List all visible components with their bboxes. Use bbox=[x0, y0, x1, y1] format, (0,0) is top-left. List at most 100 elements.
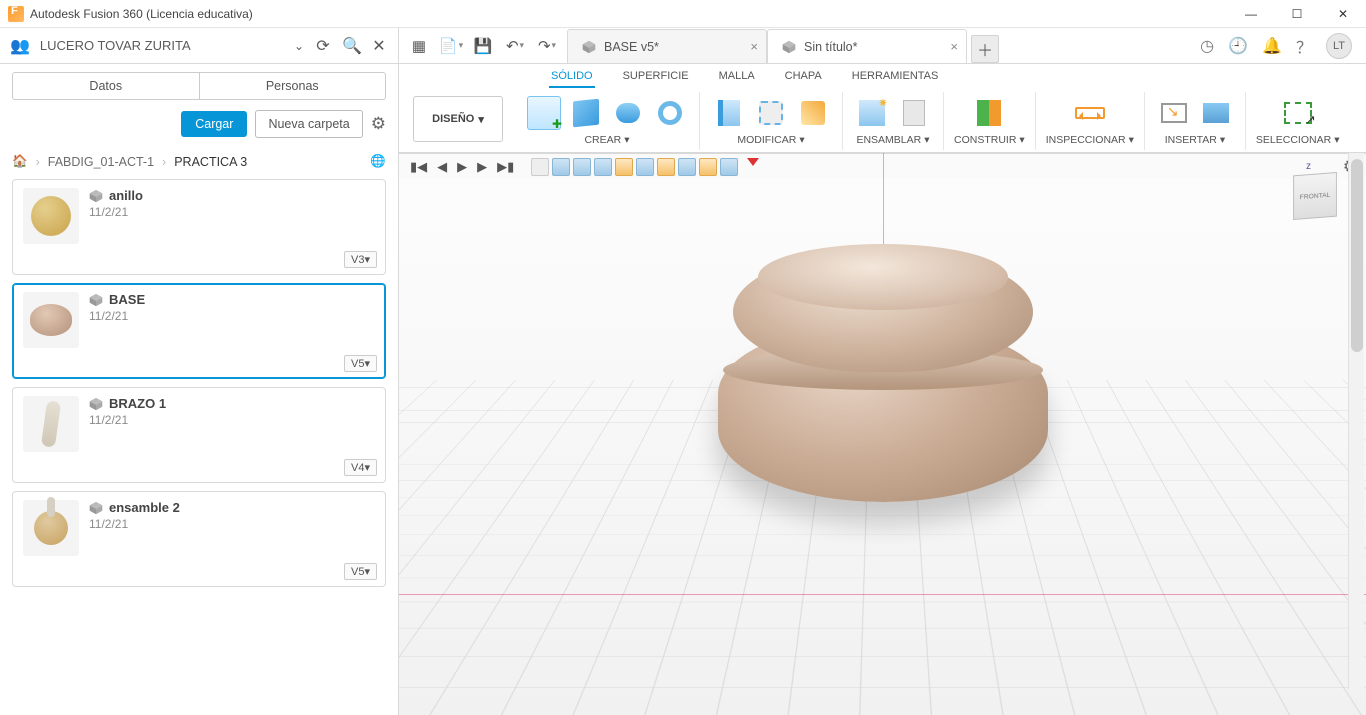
timeline-end-button[interactable]: ▶▮ bbox=[494, 159, 517, 175]
redo-button[interactable]: ↷▾ bbox=[533, 32, 561, 60]
panel-tab-people[interactable]: Personas bbox=[200, 72, 387, 100]
help-icon[interactable]: ？ bbox=[1296, 34, 1312, 58]
team-icon[interactable]: 👥 bbox=[10, 36, 30, 56]
document-tabs: BASE v5* × Sin título* × ＋ bbox=[567, 28, 1186, 63]
design-item-ensamble[interactable]: ensamble 2 11/2/21 V5▾ bbox=[12, 491, 386, 587]
window-maximize-button[interactable]: ☐ bbox=[1274, 0, 1320, 28]
gear-icon[interactable]: ⚙ bbox=[371, 114, 386, 134]
home-icon[interactable]: 🏠 bbox=[12, 154, 28, 169]
timeline-playhead[interactable] bbox=[747, 158, 759, 166]
version-dropdown[interactable]: V3▾ bbox=[344, 251, 377, 268]
window-close-button[interactable]: ✕ bbox=[1320, 0, 1366, 28]
viewcube[interactable]: z FRONTAL x bbox=[1284, 165, 1346, 227]
ribbon-tab-surface[interactable]: SUPERFICIE bbox=[621, 70, 691, 88]
close-icon[interactable]: × bbox=[950, 39, 958, 54]
assemble-new-component-button[interactable] bbox=[855, 96, 889, 130]
modify-presspull-button[interactable] bbox=[712, 96, 746, 130]
document-tab-base[interactable]: BASE v5* × bbox=[567, 29, 767, 63]
window-minimize-button[interactable]: — bbox=[1228, 0, 1274, 28]
ribbon-tab-sheet[interactable]: CHAPA bbox=[783, 70, 824, 88]
ribbon-group-select: SELECCIONAR▾ bbox=[1246, 92, 1350, 150]
version-dropdown[interactable]: V5▾ bbox=[344, 355, 377, 372]
design-item-brazo[interactable]: BRAZO 1 11/2/21 V4▾ bbox=[12, 387, 386, 483]
timeline-start-button[interactable]: ▮◀ bbox=[407, 159, 430, 175]
timeline-feature[interactable] bbox=[573, 158, 591, 176]
cube-icon bbox=[89, 397, 103, 411]
inspect-measure-button[interactable] bbox=[1073, 96, 1107, 130]
timeline-prev-button[interactable]: ◀ bbox=[434, 159, 450, 175]
timeline-feature[interactable] bbox=[699, 158, 717, 176]
design-item-base[interactable]: BASE 11/2/21 V5▾ bbox=[12, 283, 386, 379]
panel-tab-data[interactable]: Datos bbox=[12, 72, 200, 100]
timeline-play-button[interactable]: ▶ bbox=[454, 159, 470, 175]
timeline-feature[interactable] bbox=[531, 158, 549, 176]
modify-fillet-button[interactable] bbox=[754, 96, 788, 130]
breadcrumb-project[interactable]: FABDIG_01-ACT-1 bbox=[48, 155, 154, 169]
design-item-anillo[interactable]: anillo 11/2/21 V3▾ bbox=[12, 179, 386, 275]
undo-button[interactable]: ↶▾ bbox=[501, 32, 529, 60]
chevron-down-icon[interactable]: ⌄ bbox=[294, 39, 304, 53]
save-button[interactable]: 💾 bbox=[469, 32, 497, 60]
ribbon-tab-mesh[interactable]: MALLA bbox=[717, 70, 757, 88]
app-icon bbox=[8, 6, 24, 22]
insert-derive-button[interactable] bbox=[1157, 96, 1191, 130]
timeline-feature[interactable] bbox=[678, 158, 696, 176]
viewcube-face[interactable]: FRONTAL bbox=[1293, 172, 1337, 220]
timeline-feature[interactable] bbox=[615, 158, 633, 176]
timeline-feature[interactable] bbox=[720, 158, 738, 176]
team-name[interactable]: LUCERO TOVAR ZURITA bbox=[40, 38, 280, 53]
chevron-down-icon[interactable]: ▾ bbox=[1220, 134, 1225, 146]
construct-plane-button[interactable] bbox=[972, 96, 1006, 130]
upload-button[interactable]: Cargar bbox=[181, 111, 247, 137]
scrollbar-thumb[interactable] bbox=[1351, 159, 1363, 352]
new-folder-button[interactable]: Nueva carpeta bbox=[255, 110, 362, 138]
panel-close-icon[interactable]: ✕ bbox=[370, 36, 388, 56]
timeline-feature[interactable] bbox=[636, 158, 654, 176]
create-box-button[interactable] bbox=[569, 96, 603, 130]
assemble-joint-button[interactable] bbox=[897, 96, 931, 130]
design-item-date: 11/2/21 bbox=[89, 309, 145, 323]
design-item-name: BRAZO 1 bbox=[109, 396, 166, 411]
document-tab-untitled[interactable]: Sin título* × bbox=[767, 29, 967, 63]
timeline-feature[interactable] bbox=[552, 158, 570, 176]
data-panel-toggle-button[interactable]: ▦ bbox=[405, 32, 433, 60]
chevron-down-icon[interactable]: ▾ bbox=[799, 134, 804, 146]
web-icon[interactable]: 🌐 bbox=[370, 154, 386, 169]
select-button[interactable] bbox=[1281, 96, 1315, 130]
chevron-down-icon[interactable]: ▾ bbox=[624, 134, 629, 146]
timeline-feature[interactable] bbox=[594, 158, 612, 176]
new-tab-button[interactable]: ＋ bbox=[971, 35, 999, 63]
extensions-icon[interactable]: ◷ bbox=[1200, 36, 1214, 56]
chevron-down-icon[interactable]: ▾ bbox=[1019, 134, 1024, 146]
top-right-icons: ◷ 🕘 🔔 ？ LT bbox=[1186, 28, 1366, 63]
chevron-down-icon[interactable]: ▾ bbox=[1129, 134, 1134, 146]
quick-access-toolbar: ▦ 📄▾ 💾 ↶▾ ↷▾ bbox=[399, 28, 567, 63]
chevron-down-icon[interactable]: ▾ bbox=[924, 134, 929, 146]
modify-shell-button[interactable] bbox=[796, 96, 830, 130]
file-menu-button[interactable]: 📄▾ bbox=[437, 32, 465, 60]
document-tab-label: BASE v5* bbox=[604, 40, 659, 54]
workspace-switcher[interactable]: DISEÑO▾ bbox=[413, 96, 503, 142]
version-dropdown[interactable]: V4▾ bbox=[344, 459, 377, 476]
vertical-scrollbar[interactable] bbox=[1348, 153, 1364, 689]
user-avatar[interactable]: LT bbox=[1326, 33, 1352, 59]
create-torus-button[interactable] bbox=[653, 96, 687, 130]
refresh-icon[interactable]: ⟳ bbox=[314, 36, 332, 56]
notifications-icon[interactable]: 🔔 bbox=[1262, 36, 1282, 56]
version-dropdown[interactable]: V5▾ bbox=[344, 563, 377, 580]
model-object[interactable] bbox=[718, 322, 1048, 502]
insert-decal-button[interactable] bbox=[1199, 96, 1233, 130]
timeline-next-button[interactable]: ▶ bbox=[474, 159, 490, 175]
create-cylinder-button[interactable] bbox=[611, 96, 645, 130]
ribbon-tab-solid[interactable]: SÓLIDO bbox=[549, 70, 595, 88]
timeline-feature[interactable] bbox=[657, 158, 675, 176]
viewport-3d[interactable]: z FRONTAL x ▮◀ ◀ ▶ ▶ ▶▮ bbox=[399, 153, 1366, 715]
ribbon-tab-tools[interactable]: HERRAMIENTAS bbox=[850, 70, 941, 88]
create-sketch-button[interactable] bbox=[527, 96, 561, 130]
design-item-name: anillo bbox=[109, 188, 143, 203]
close-icon[interactable]: × bbox=[750, 39, 758, 54]
chevron-down-icon[interactable]: ▾ bbox=[1334, 134, 1339, 146]
ribbon-group-insert: INSERTAR▾ bbox=[1145, 92, 1246, 150]
search-icon[interactable]: 🔍 bbox=[342, 36, 360, 56]
job-status-icon[interactable]: 🕘 bbox=[1228, 36, 1248, 56]
